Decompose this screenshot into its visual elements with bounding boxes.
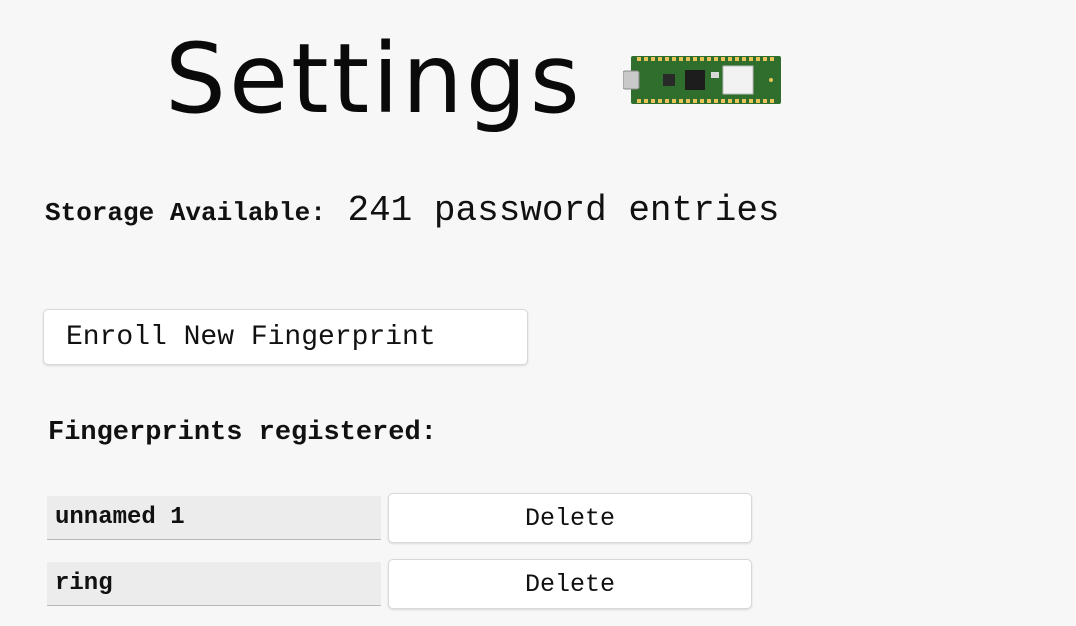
storage-available: Storage Available: 241 password entries xyxy=(45,188,780,236)
storage-label: Storage Available: xyxy=(45,198,326,228)
storage-value: 241 password entries xyxy=(347,190,780,231)
delete-fingerprint-button[interactable]: Delete xyxy=(388,493,752,543)
header: Settings xyxy=(165,14,785,144)
fingerprint-name: ring xyxy=(47,562,381,606)
page-title: Settings xyxy=(165,23,583,135)
pico-board-icon xyxy=(622,56,781,104)
fingerprints-heading: Fingerprints registered: xyxy=(48,418,437,448)
fingerprint-row: unnamed 1 Delete xyxy=(47,490,767,546)
enroll-fingerprint-button[interactable]: Enroll New Fingerprint xyxy=(43,309,528,365)
fingerprint-list: unnamed 1 Delete ring Delete xyxy=(47,490,767,622)
settings-page: Settings Storage Available: 241 password… xyxy=(0,0,1076,626)
fingerprint-name: unnamed 1 xyxy=(47,496,381,540)
fingerprint-row: ring Delete xyxy=(47,556,767,612)
delete-fingerprint-button[interactable]: Delete xyxy=(388,559,752,609)
